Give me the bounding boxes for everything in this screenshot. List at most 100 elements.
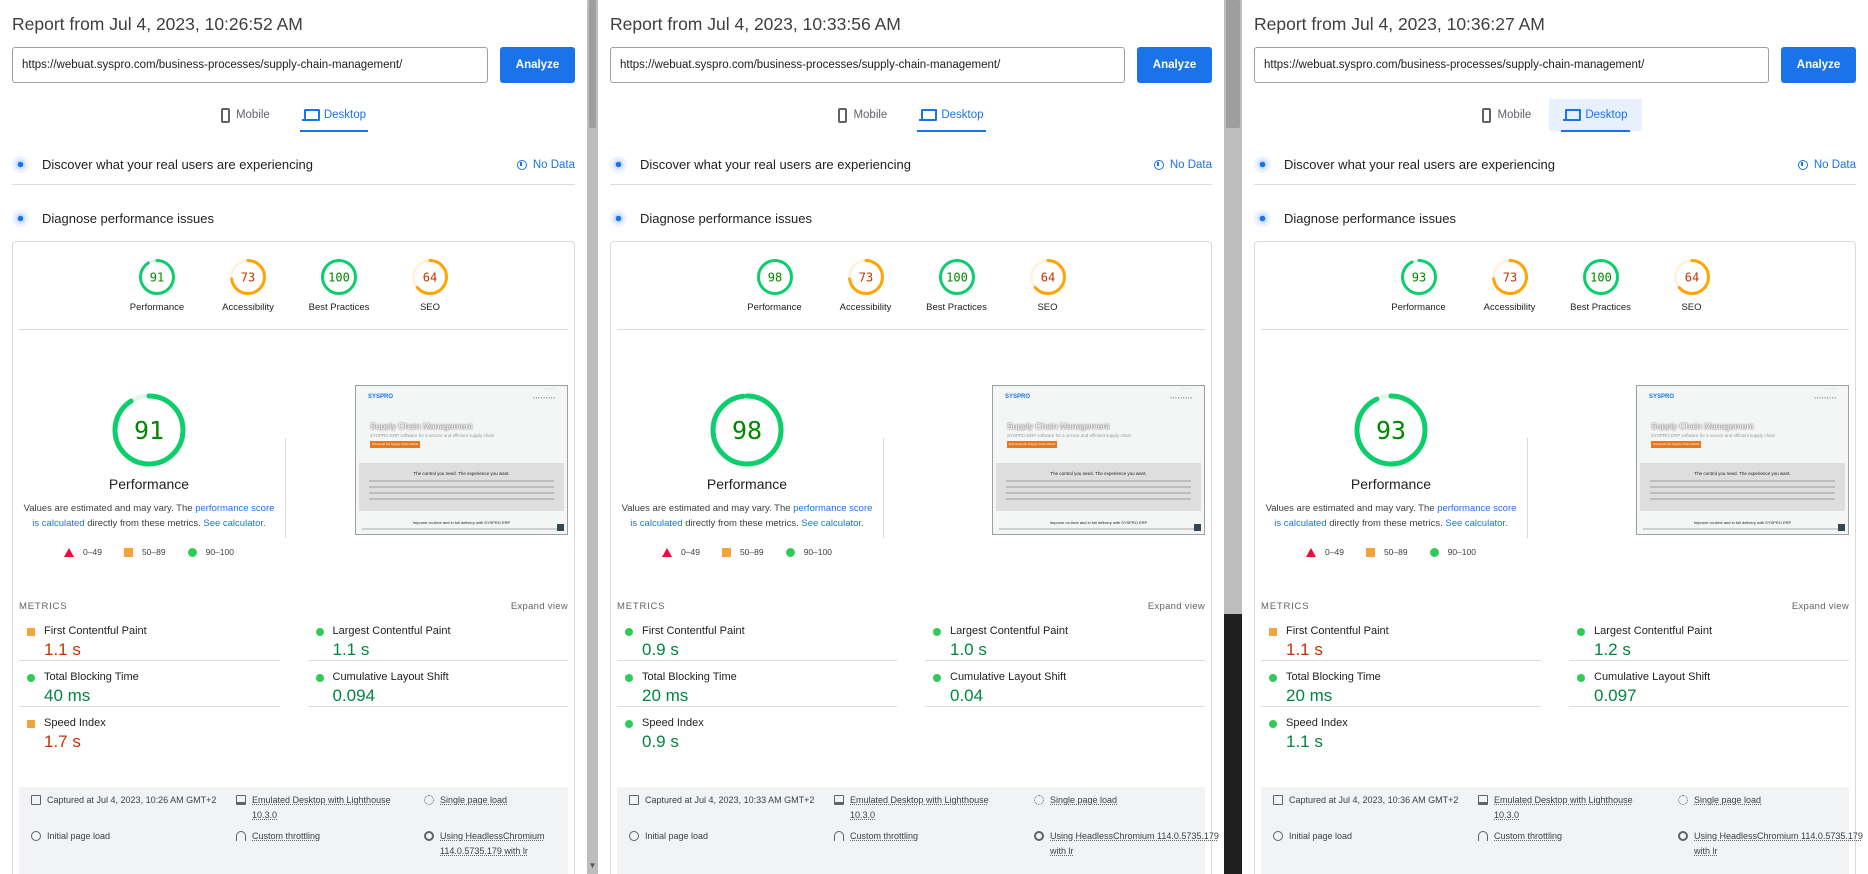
big-gauge-ring: 93 xyxy=(1354,393,1428,467)
tab-mobile[interactable]: Mobile xyxy=(1468,99,1545,131)
captured-at: Captured at Jul 4, 2023, 10:36 AM GMT+2 xyxy=(1273,793,1460,808)
lab-icon xyxy=(1254,209,1271,227)
runtime-settings: Captured at Jul 4, 2023, 10:36 AM GMT+2 … xyxy=(1261,787,1863,874)
thumb-gray-band: The control you need. The experience you… xyxy=(359,463,564,511)
final-screenshot: · · · · · SYSPRO ▪ ▪ ▪ ▪ ▪ ▪ ▪ ▪ ▪ Suppl… xyxy=(1636,385,1849,535)
see-calculator-link[interactable]: See calculator. xyxy=(801,518,863,529)
emulated-text: Emulated Desktop with Lighthouse 10.3.0 xyxy=(1494,795,1633,820)
thumb-cta: Download the Supply Chain eBook xyxy=(1007,441,1057,448)
gauge-accessibility[interactable]: 73 Accessibility xyxy=(216,258,280,313)
gauge-performance-ring: 91 xyxy=(139,259,175,295)
tab-desktop[interactable]: Desktop xyxy=(288,99,380,132)
gauge-best-practices[interactable]: 100 Best Practices xyxy=(1569,258,1633,313)
metric-lcp-indicator xyxy=(315,628,324,636)
no-data-link[interactable]: No Data xyxy=(1797,159,1856,171)
info-icon xyxy=(1153,159,1164,170)
single-page-load[interactable]: Single page load xyxy=(1678,793,1865,808)
no-data-link[interactable]: No Data xyxy=(516,159,575,171)
analyze-button[interactable]: Analyze xyxy=(1137,47,1212,83)
thumb-chat-icon xyxy=(1838,524,1845,531)
single-page-load[interactable]: Single page load xyxy=(424,793,587,808)
expand-view-button[interactable]: Expand view xyxy=(1792,601,1849,612)
metric-lcp: Largest Contentful Paint 1.1 s xyxy=(307,615,568,661)
gauge-accessibility[interactable]: 73 Accessibility xyxy=(834,258,898,313)
gauge-seo[interactable]: 64 SEO xyxy=(1016,258,1080,313)
report-panel-1: Report from Jul 4, 2023, 10:26:52 AM Ana… xyxy=(0,0,587,874)
users-icon xyxy=(610,156,627,173)
see-calculator-link[interactable]: See calculator. xyxy=(203,518,265,529)
legend-average: 50–89 xyxy=(123,547,166,557)
emulated-device[interactable]: Emulated Desktop with Lighthouse 10.3.0 xyxy=(1478,793,1660,823)
big-gauge-label: Performance xyxy=(706,476,788,492)
url-input[interactable] xyxy=(1254,47,1769,83)
triangle-icon xyxy=(64,547,75,557)
headless-chromium[interactable]: Using HeadlessChromium 114.0.5735.179 wi… xyxy=(1034,829,1221,859)
metric-lcp-name: Largest Contentful Paint xyxy=(950,625,1069,637)
url-input[interactable] xyxy=(12,47,488,83)
big-performance-gauge: 93 xyxy=(1353,392,1429,468)
chromium-text: Using HeadlessChromium 114.0.5735.179 wi… xyxy=(1694,831,1863,856)
tab-desktop[interactable]: Desktop xyxy=(1549,99,1642,132)
phone-icon xyxy=(220,107,230,123)
custom-throttling[interactable]: Custom throttling xyxy=(236,829,406,844)
metrics-header: METRICS Expand view xyxy=(617,601,1205,612)
lighthouse-report: 98 Performance 73 Accessibility 100 Best… xyxy=(610,241,1219,874)
tab-desktop[interactable]: Desktop xyxy=(905,99,997,132)
thumb-nav: SYSPRO ▪ ▪ ▪ ▪ ▪ ▪ ▪ ▪ ▪ xyxy=(1649,392,1836,402)
thumb-chat-icon xyxy=(557,524,564,531)
gauge-best-practices[interactable]: 100 Best Practices xyxy=(925,258,989,313)
gauge-accessibility[interactable]: 73 Accessibility xyxy=(1478,258,1542,313)
big-gauge-score: 93 xyxy=(1376,416,1406,445)
gauge-best-practices[interactable]: 100 Best Practices xyxy=(307,258,371,313)
metric-lcp-value: 1.2 s xyxy=(1594,640,1631,659)
scrollbar-right[interactable] xyxy=(1224,0,1242,874)
thumb-gray-title: The control you need. The experience you… xyxy=(1050,471,1147,476)
gauge-seo[interactable]: 64 SEO xyxy=(1660,258,1724,313)
gauge-accessibility-label: Accessibility xyxy=(222,302,274,313)
emulated-device[interactable]: Emulated Desktop with Lighthouse 10.3.0 xyxy=(834,793,1016,823)
metrics-header: METRICS Expand view xyxy=(1261,601,1849,612)
metric-tbt-name: Total Blocking Time xyxy=(642,671,737,683)
gauge-seo[interactable]: 64 SEO xyxy=(398,258,462,313)
metric-cls-name: Cumulative Layout Shift xyxy=(1594,671,1711,683)
metrics-heading: METRICS xyxy=(19,601,68,612)
gauge-seo-ring: 64 xyxy=(1029,259,1066,295)
perf-note: Values are estimated and may vary. The p… xyxy=(1261,501,1521,531)
thumb-menu: ▪ ▪ ▪ ▪ ▪ ▪ ▪ ▪ ▪ xyxy=(1170,394,1192,400)
gauge-accessibility-ring: 73 xyxy=(230,259,266,295)
phone-icon xyxy=(838,107,848,123)
url-input[interactable] xyxy=(610,47,1125,83)
scrollbar-left[interactable]: ▼ xyxy=(587,0,598,874)
gauge-performance-score: 91 xyxy=(150,271,164,285)
monitor-icon xyxy=(1478,795,1488,805)
emulated-device[interactable]: Emulated Desktop with Lighthouse 10.3.0 xyxy=(236,793,406,823)
metric-lcp: Largest Contentful Paint 1.2 s xyxy=(1569,615,1849,661)
see-calculator-link[interactable]: See calculator. xyxy=(1445,518,1507,529)
headless-chromium[interactable]: Using HeadlessChromium 114.0.5735.179 wi… xyxy=(1678,829,1865,859)
metrics-header: METRICS Expand view xyxy=(19,601,568,612)
single-page-load[interactable]: Single page load xyxy=(1034,793,1221,808)
discover-section[interactable]: Discover what your real users are experi… xyxy=(12,145,575,185)
no-data-link[interactable]: No Data xyxy=(1153,159,1212,171)
gauge-performance[interactable]: 91 Performance xyxy=(125,258,189,313)
analyze-button[interactable]: Analyze xyxy=(1781,47,1856,83)
gauge-performance[interactable]: 93 Performance xyxy=(1387,258,1451,313)
diagnose-label: Diagnose performance issues xyxy=(42,210,214,226)
gauge-performance-ring: 93 xyxy=(1400,259,1437,295)
analyze-button[interactable]: Analyze xyxy=(500,47,575,83)
metric-lcp-indicator xyxy=(1577,628,1585,636)
gauge-seo-ring: 64 xyxy=(412,259,448,295)
triangle-icon xyxy=(1306,547,1317,557)
emulated-text: Emulated Desktop with Lighthouse 10.3.0 xyxy=(850,795,989,820)
tab-mobile[interactable]: Mobile xyxy=(824,99,901,131)
tab-mobile[interactable]: Mobile xyxy=(207,99,284,131)
expand-view-button[interactable]: Expand view xyxy=(511,601,568,612)
custom-throttling[interactable]: Custom throttling xyxy=(834,829,1016,844)
gauge-performance[interactable]: 98 Performance xyxy=(743,258,807,313)
discover-section[interactable]: Discover what your real users are experi… xyxy=(610,145,1212,185)
metric-tbt-name: Total Blocking Time xyxy=(1286,671,1381,683)
discover-section[interactable]: Discover what your real users are experi… xyxy=(1254,145,1856,185)
custom-throttling[interactable]: Custom throttling xyxy=(1478,829,1660,844)
expand-view-button[interactable]: Expand view xyxy=(1148,601,1205,612)
headless-chromium[interactable]: Using HeadlessChromium 114.0.5735.179 wi… xyxy=(424,829,587,859)
